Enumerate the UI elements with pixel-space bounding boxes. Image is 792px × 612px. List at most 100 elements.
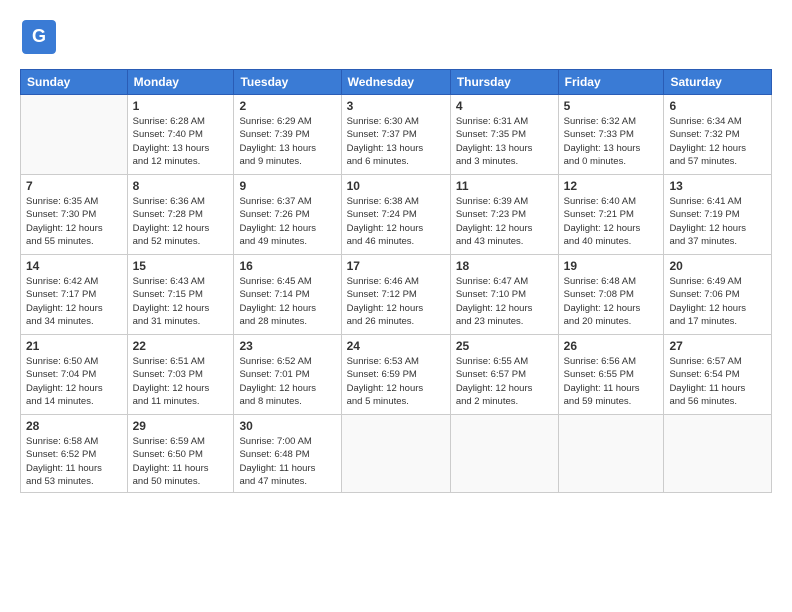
day-info: Sunrise: 6:46 AMSunset: 7:12 PMDaylight:… bbox=[347, 275, 445, 328]
day-number: 18 bbox=[456, 259, 553, 273]
day-info: Sunrise: 6:37 AMSunset: 7:26 PMDaylight:… bbox=[239, 195, 335, 248]
weekday-header-thursday: Thursday bbox=[450, 70, 558, 95]
weekday-header-row: SundayMondayTuesdayWednesdayThursdayFrid… bbox=[21, 70, 772, 95]
calendar-cell: 25 Sunrise: 6:55 AMSunset: 6:57 PMDayligh… bbox=[450, 335, 558, 415]
calendar-cell: 21Sunrise: 6:50 AMSunset: 7:04 PMDayligh… bbox=[21, 335, 128, 415]
day-info: Sunrise: 6:42 AMSunset: 7:17 PMDaylight:… bbox=[26, 275, 122, 328]
day-number: 20 bbox=[669, 259, 766, 273]
day-number: 26 bbox=[564, 339, 659, 353]
day-number: 8 bbox=[133, 179, 229, 193]
calendar-cell: 24 Sunrise: 6:53 AMSunset: 6:59 PMDayligh… bbox=[341, 335, 450, 415]
day-info: Sunrise: 6:47 AMSunset: 7:10 PMDaylight:… bbox=[456, 275, 553, 328]
day-info: Sunrise: 6:43 AMSunset: 7:15 PMDaylight:… bbox=[133, 275, 229, 328]
week-row-1: 1 Sunrise: 6:28 AMSunset: 7:40 PMDaylight… bbox=[21, 95, 772, 175]
day-info: Sunrise: 6:58 AMSunset: 6:52 PMDaylight:… bbox=[26, 435, 122, 488]
calendar-cell bbox=[21, 95, 128, 175]
calendar-cell bbox=[664, 415, 772, 493]
day-number: 12 bbox=[564, 179, 659, 193]
svg-text:G: G bbox=[32, 26, 46, 46]
day-info: Sunrise: 6:57 AMSunset: 6:54 PMDaylight:… bbox=[669, 355, 766, 408]
calendar-cell: 19Sunrise: 6:48 AMSunset: 7:08 PMDayligh… bbox=[558, 255, 664, 335]
day-info: Sunrise: 6:36 AMSunset: 7:28 PMDaylight:… bbox=[133, 195, 229, 248]
day-number: 28 bbox=[26, 419, 122, 433]
day-info: Sunrise: 6:52 AMSunset: 7:01 PMDaylight:… bbox=[239, 355, 335, 408]
day-info: Sunrise: 6:41 AMSunset: 7:19 PMDaylight:… bbox=[669, 195, 766, 248]
calendar-cell: 2 Sunrise: 6:29 AMSunset: 7:39 PMDaylight… bbox=[234, 95, 341, 175]
calendar-cell: 27 Sunrise: 6:57 AMSunset: 6:54 PMDayligh… bbox=[664, 335, 772, 415]
day-number: 5 bbox=[564, 99, 659, 113]
weekday-header-saturday: Saturday bbox=[664, 70, 772, 95]
day-number: 2 bbox=[239, 99, 335, 113]
day-info: Sunrise: 6:53 AMSunset: 6:59 PMDaylight:… bbox=[347, 355, 445, 408]
calendar-cell bbox=[558, 415, 664, 493]
week-row-3: 14 Sunrise: 6:42 AMSunset: 7:17 PMDayligh… bbox=[21, 255, 772, 335]
calendar-cell: 8 Sunrise: 6:36 AMSunset: 7:28 PMDaylight… bbox=[127, 175, 234, 255]
day-number: 22 bbox=[133, 339, 229, 353]
day-number: 3 bbox=[347, 99, 445, 113]
calendar-cell: 28 Sunrise: 6:58 AMSunset: 6:52 PMDayligh… bbox=[21, 415, 128, 493]
day-number: 11 bbox=[456, 179, 553, 193]
day-info: Sunrise: 7:00 AMSunset: 6:48 PMDaylight:… bbox=[239, 435, 335, 488]
calendar-cell: 30 Sunrise: 7:00 AMSunset: 6:48 PMDayligh… bbox=[234, 415, 341, 493]
calendar-cell: 18 Sunrise: 6:47 AMSunset: 7:10 PMDayligh… bbox=[450, 255, 558, 335]
day-info: Sunrise: 6:49 AMSunset: 7:06 PMDaylight:… bbox=[669, 275, 766, 328]
calendar-cell: 12 Sunrise: 6:40 AMSunset: 7:21 PMDayligh… bbox=[558, 175, 664, 255]
day-number: 13 bbox=[669, 179, 766, 193]
calendar-cell: 22Sunrise: 6:51 AMSunset: 7:03 PMDayligh… bbox=[127, 335, 234, 415]
day-info: Sunrise: 6:30 AMSunset: 7:37 PMDaylight:… bbox=[347, 115, 445, 168]
logo-icon: G bbox=[20, 18, 58, 56]
day-number: 25 bbox=[456, 339, 553, 353]
day-info: Sunrise: 6:34 AMSunset: 7:32 PMDaylight:… bbox=[669, 115, 766, 168]
day-number: 16 bbox=[239, 259, 335, 273]
day-info: Sunrise: 6:40 AMSunset: 7:21 PMDaylight:… bbox=[564, 195, 659, 248]
day-info: Sunrise: 6:45 AMSunset: 7:14 PMDaylight:… bbox=[239, 275, 335, 328]
day-number: 10 bbox=[347, 179, 445, 193]
calendar-cell: 16 Sunrise: 6:45 AMSunset: 7:14 PMDayligh… bbox=[234, 255, 341, 335]
day-number: 27 bbox=[669, 339, 766, 353]
calendar-cell: 3 Sunrise: 6:30 AMSunset: 7:37 PMDaylight… bbox=[341, 95, 450, 175]
calendar-cell: 1 Sunrise: 6:28 AMSunset: 7:40 PMDaylight… bbox=[127, 95, 234, 175]
calendar: SundayMondayTuesdayWednesdayThursdayFrid… bbox=[20, 69, 772, 493]
day-number: 30 bbox=[239, 419, 335, 433]
day-info: Sunrise: 6:38 AMSunset: 7:24 PMDaylight:… bbox=[347, 195, 445, 248]
calendar-cell: 23 Sunrise: 6:52 AMSunset: 7:01 PMDayligh… bbox=[234, 335, 341, 415]
weekday-header-friday: Friday bbox=[558, 70, 664, 95]
day-number: 1 bbox=[133, 99, 229, 113]
calendar-cell: 7 Sunrise: 6:35 AMSunset: 7:30 PMDaylight… bbox=[21, 175, 128, 255]
day-info: Sunrise: 6:59 AMSunset: 6:50 PMDaylight:… bbox=[133, 435, 229, 488]
day-number: 9 bbox=[239, 179, 335, 193]
week-row-4: 21Sunrise: 6:50 AMSunset: 7:04 PMDayligh… bbox=[21, 335, 772, 415]
day-number: 29 bbox=[133, 419, 229, 433]
day-number: 14 bbox=[26, 259, 122, 273]
day-info: Sunrise: 6:32 AMSunset: 7:33 PMDaylight:… bbox=[564, 115, 659, 168]
day-number: 7 bbox=[26, 179, 122, 193]
day-info: Sunrise: 6:56 AMSunset: 6:55 PMDaylight:… bbox=[564, 355, 659, 408]
week-row-5: 28 Sunrise: 6:58 AMSunset: 6:52 PMDayligh… bbox=[21, 415, 772, 493]
day-info: Sunrise: 6:48 AMSunset: 7:08 PMDaylight:… bbox=[564, 275, 659, 328]
day-info: Sunrise: 6:29 AMSunset: 7:39 PMDaylight:… bbox=[239, 115, 335, 168]
calendar-cell: 9 Sunrise: 6:37 AMSunset: 7:26 PMDaylight… bbox=[234, 175, 341, 255]
day-number: 15 bbox=[133, 259, 229, 273]
day-number: 4 bbox=[456, 99, 553, 113]
day-number: 6 bbox=[669, 99, 766, 113]
week-row-2: 7 Sunrise: 6:35 AMSunset: 7:30 PMDaylight… bbox=[21, 175, 772, 255]
logo: G bbox=[20, 18, 62, 59]
calendar-cell: 15 Sunrise: 6:43 AMSunset: 7:15 PMDayligh… bbox=[127, 255, 234, 335]
day-info: Sunrise: 6:55 AMSunset: 6:57 PMDaylight:… bbox=[456, 355, 553, 408]
calendar-cell: 4 Sunrise: 6:31 AMSunset: 7:35 PMDaylight… bbox=[450, 95, 558, 175]
day-number: 17 bbox=[347, 259, 445, 273]
day-number: 21 bbox=[26, 339, 122, 353]
day-info: Sunrise: 6:28 AMSunset: 7:40 PMDaylight:… bbox=[133, 115, 229, 168]
calendar-cell: 29 Sunrise: 6:59 AMSunset: 6:50 PMDayligh… bbox=[127, 415, 234, 493]
day-info: Sunrise: 6:39 AMSunset: 7:23 PMDaylight:… bbox=[456, 195, 553, 248]
day-info: Sunrise: 6:35 AMSunset: 7:30 PMDaylight:… bbox=[26, 195, 122, 248]
calendar-cell: 6 Sunrise: 6:34 AMSunset: 7:32 PMDaylight… bbox=[664, 95, 772, 175]
day-number: 23 bbox=[239, 339, 335, 353]
calendar-cell bbox=[450, 415, 558, 493]
weekday-header-tuesday: Tuesday bbox=[234, 70, 341, 95]
day-info: Sunrise: 6:31 AMSunset: 7:35 PMDaylight:… bbox=[456, 115, 553, 168]
calendar-cell: 13 Sunrise: 6:41 AMSunset: 7:19 PMDayligh… bbox=[664, 175, 772, 255]
calendar-cell: 11 Sunrise: 6:39 AMSunset: 7:23 PMDayligh… bbox=[450, 175, 558, 255]
day-number: 24 bbox=[347, 339, 445, 353]
calendar-cell: 14 Sunrise: 6:42 AMSunset: 7:17 PMDayligh… bbox=[21, 255, 128, 335]
